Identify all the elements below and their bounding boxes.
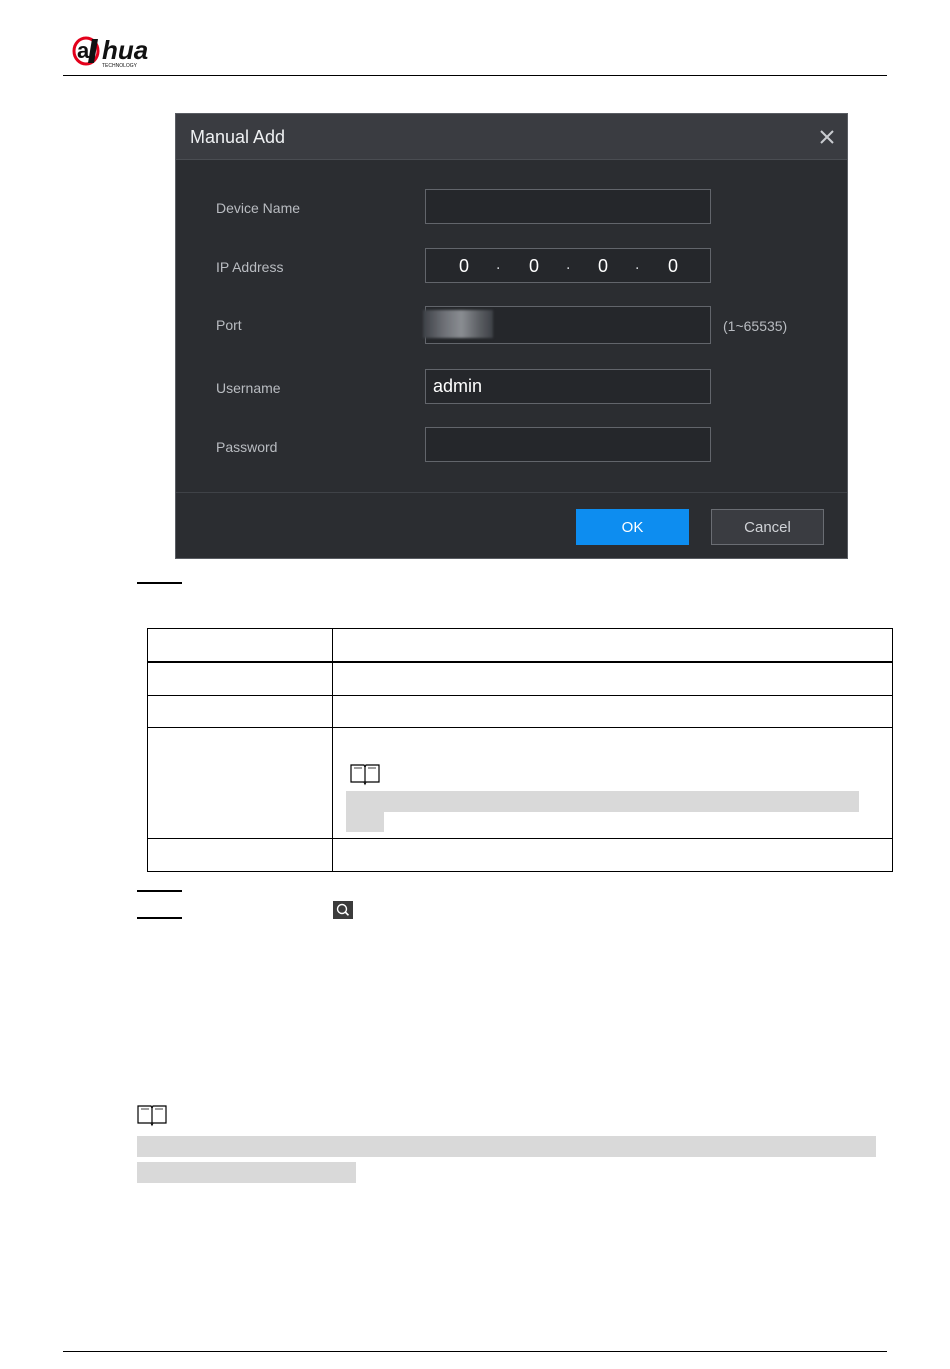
port-input[interactable] [423,306,711,344]
redacted-note-line [346,791,859,812]
footer-rule [63,1351,887,1352]
table-row-rule [147,838,893,839]
parameter-table [147,628,893,872]
ok-button[interactable]: OK [576,509,689,545]
password-field[interactable] [426,428,710,461]
step-underline [137,917,182,919]
ip-octet-2: 0 [528,256,539,276]
redacted-note-line [137,1162,356,1183]
ip-octet-4: 0 [667,256,678,276]
device-name-field[interactable] [426,190,710,223]
username-field[interactable] [426,370,710,403]
dialog-title: Manual Add [190,127,286,147]
device-name-input[interactable] [425,189,711,224]
ip-octet-3: 0 [597,256,608,276]
svg-text:TECHNOLOGY: TECHNOLOGY [102,63,138,69]
redacted-note-line [137,1136,876,1157]
step-underline [137,582,182,584]
table-row-rule [147,695,893,696]
dialog-footer-divider [176,492,847,493]
table-column-rule [332,628,333,872]
dialog-titlebar: Manual Add [176,114,847,160]
ip-address-input[interactable]: 0 . 0 . 0 . 0 [425,248,711,283]
device-name-label: Device Name [216,200,301,216]
username-input[interactable] [425,369,711,404]
redacted-note-line [346,812,384,832]
header-rule [63,75,887,76]
ip-address-label: IP Address [216,259,284,275]
cancel-button[interactable]: Cancel [711,509,824,545]
port-label: Port [216,317,242,333]
password-input[interactable] [425,427,711,462]
table-row-rule [147,727,893,728]
manual-add-dialog: Manual Add Device Name IP Address 0 . 0 … [175,113,848,559]
ip-dot: . [566,256,571,273]
book-note-icon [348,762,380,786]
port-range-hint: (1~65535) [723,318,788,334]
step-underline [137,890,182,892]
table-border-top [147,628,893,629]
port-value-redacted [423,310,493,338]
password-label: Password [216,439,278,455]
table-border-right [892,628,893,872]
ip-dot: . [496,256,501,273]
table-header-rule [147,661,893,663]
table-border-bottom [147,871,893,872]
ip-octet-1: 0 [458,256,469,276]
dahua-logo: a hua TECHNOLOGY [72,34,184,70]
svg-text:hua: hua [102,35,148,65]
ip-dot: . [635,256,640,273]
username-label: Username [216,380,281,396]
close-icon[interactable] [817,127,837,147]
svg-text:a: a [77,38,90,63]
table-border-left [147,628,148,872]
search-icon [333,901,353,919]
book-note-icon [135,1103,167,1127]
